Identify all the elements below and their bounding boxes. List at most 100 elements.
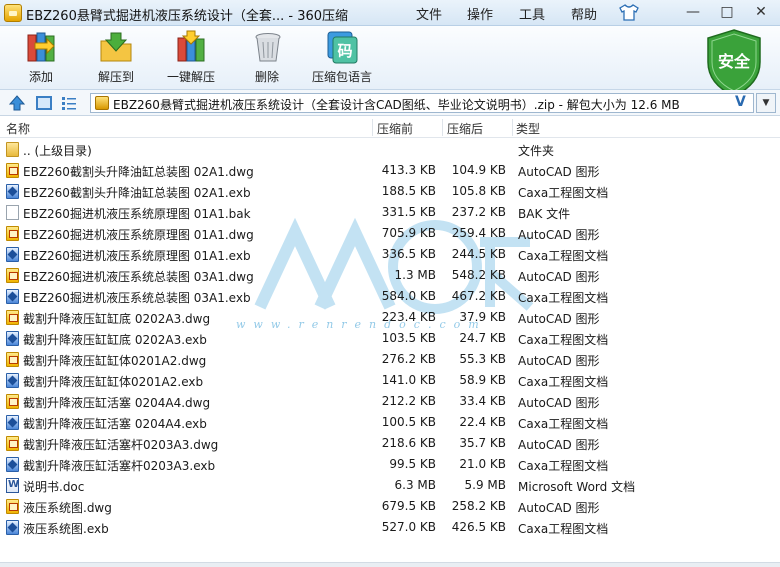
file-name: EBZ260截割头升降油缸总装图 02A1.dwg	[23, 165, 254, 179]
column-packed[interactable]: 压缩前	[377, 120, 413, 137]
file-unpacked-size: 58.9 KB	[459, 373, 506, 387]
file-type: AutoCAD 图形	[518, 228, 600, 242]
file-type: BAK 文件	[518, 207, 571, 221]
file-packed-size: 705.9 KB	[381, 226, 436, 240]
file-packed-size: 1.3 MB	[394, 268, 436, 282]
column-divider[interactable]	[372, 119, 373, 136]
security-label: 安全	[717, 52, 750, 71]
archive-language-button[interactable]: 码 压缩包语言	[310, 29, 374, 85]
one-click-extract-icon	[177, 30, 205, 62]
file-list[interactable]: .. (上级目录) 文件夹 EBZ260截割头升降油缸总装图 02A1.dwg 413…	[0, 139, 780, 539]
file-row[interactable]: 截割升降液压缸缸底 0202A3.exb 103.5 KB 24.7 KB Caxa工…	[0, 328, 780, 349]
file-name: 液压系统图.exb	[23, 522, 109, 536]
column-type[interactable]: 类型	[516, 120, 540, 137]
dwg-file-icon	[6, 226, 19, 241]
column-divider[interactable]	[512, 119, 513, 136]
file-unpacked-size: 244.5 KB	[451, 247, 506, 261]
file-type: Caxa工程图文档	[518, 333, 609, 347]
column-header: 名称 压缩前 压缩后 类型	[0, 117, 780, 138]
address-field[interactable]: EBZ260悬臂式掘进机液压系统设计（全套设计含CAD图纸、毕业论文说明书）.z…	[90, 93, 754, 113]
file-type: AutoCAD 图形	[518, 396, 600, 410]
file-row[interactable]: EBZ260掘进机液压系统原理图 01A1.bak 331.5 KB 237.2 K…	[0, 202, 780, 223]
file-row[interactable]: EBZ260掘进机液压系统总装图 03A1.exb 584.0 KB 467.2 K…	[0, 286, 780, 307]
file-type: Caxa工程图文档	[518, 249, 609, 263]
list-view-icon[interactable]	[61, 95, 77, 111]
file-packed-size: 527.0 KB	[381, 520, 436, 534]
app-archive-icon	[4, 4, 22, 22]
file-row[interactable]: EBZ260掘进机液压系统原理图 01A1.dwg 705.9 KB 259.4 K…	[0, 223, 780, 244]
file-row[interactable]: 截割升降液压缸活塞 0204A4.dwg 212.2 KB 33.4 KB AutoC…	[0, 391, 780, 412]
file-row[interactable]: 说明书.doc 6.3 MB 5.9 MB Microsoft Word 文档	[0, 475, 780, 496]
archive-language-label: 压缩包语言	[311, 70, 372, 84]
column-name[interactable]: 名称	[6, 120, 30, 137]
extract-to-button[interactable]: 解压到	[94, 29, 138, 85]
address-dropdown-button[interactable]: ▼	[756, 93, 776, 113]
thumbnail-view-icon[interactable]	[36, 96, 52, 110]
extract-folder-icon	[100, 32, 132, 62]
file-name: 截割升降液压缸缸体0201A2.exb	[23, 375, 204, 389]
minimize-button[interactable]: —	[682, 3, 704, 21]
file-row[interactable]: 截割升降液压缸缸底 0202A3.dwg 223.4 KB 37.9 KB AutoC…	[0, 307, 780, 328]
menu-help[interactable]: 帮助	[571, 4, 597, 23]
security-badge[interactable]: 安全	[704, 28, 764, 98]
file-type: Microsoft Word 文档	[518, 480, 636, 494]
file-row[interactable]: 截割升降液压缸缸体0201A2.dwg 276.2 KB 55.3 KB AutoCA…	[0, 349, 780, 370]
file-type: Caxa工程图文档	[518, 375, 609, 389]
file-name: 截割升降液压缸缸底 0202A3.dwg	[23, 312, 211, 326]
dwg-file-icon	[6, 499, 19, 514]
file-row[interactable]: EBZ260截割头升降油缸总装图 02A1.dwg 413.3 KB 104.9 K…	[0, 160, 780, 181]
add-button[interactable]: 添加	[20, 29, 62, 85]
file-row[interactable]: 液压系统图.exb 527.0 KB 426.5 KB Caxa工程图文档	[0, 517, 780, 538]
close-button[interactable]: ✕	[750, 3, 772, 21]
file-type: Caxa工程图文档	[518, 522, 609, 536]
file-name: 截割升降液压缸缸体0201A2.dwg	[23, 354, 207, 368]
file-type: AutoCAD 图形	[518, 438, 600, 452]
menu-tools[interactable]: 工具	[519, 4, 545, 23]
file-type: AutoCAD 图形	[518, 354, 600, 368]
one-click-extract-button[interactable]: 一键解压	[166, 29, 216, 85]
file-row[interactable]: 截割升降液压缸活塞杆0203A3.dwg 218.6 KB 35.7 KB AutoC…	[0, 433, 780, 454]
file-name: 截割升降液压缸缸底 0202A3.exb	[23, 333, 207, 347]
file-unpacked-size: 426.5 KB	[451, 520, 506, 534]
delete-label: 删除	[254, 70, 279, 84]
file-row[interactable]: 截割升降液压缸活塞 0204A4.exb 100.5 KB 22.4 KB Caxa工…	[0, 412, 780, 433]
file-name: EBZ260掘进机液压系统原理图 01A1.exb	[23, 249, 251, 263]
bak-file-icon	[6, 205, 19, 220]
chevron-down-icon: ▼	[762, 98, 770, 108]
file-unpacked-size: 104.9 KB	[451, 163, 506, 177]
delete-button[interactable]: 删除	[250, 29, 284, 85]
file-row[interactable]: 截割升降液压缸缸体0201A2.exb 141.0 KB 58.9 KB Caxa工程…	[0, 370, 780, 391]
file-name: EBZ260掘进机液压系统总装图 03A1.dwg	[23, 270, 254, 284]
file-packed-size: 679.5 KB	[381, 499, 436, 513]
file-row[interactable]: EBZ260掘进机液压系统总装图 03A1.dwg 1.3 MB 548.2 KB A…	[0, 265, 780, 286]
file-unpacked-size: 21.0 KB	[459, 457, 506, 471]
file-type: 文件夹	[518, 144, 555, 158]
skin-shirt-icon[interactable]	[619, 4, 639, 21]
toolbar: 添加 解压到 一键解压 删除 码 压缩包语言 安全	[0, 26, 780, 97]
file-name: EBZ260掘进机液压系统原理图 01A1.dwg	[23, 228, 254, 242]
column-unpacked[interactable]: 压缩后	[447, 120, 483, 137]
menu-file[interactable]: 文件	[416, 4, 442, 23]
up-arrow-icon[interactable]	[9, 95, 25, 111]
file-row[interactable]: 液压系统图.dwg 679.5 KB 258.2 KB AutoCAD 图形	[0, 496, 780, 517]
file-name: 截割升降液压缸活塞 0204A4.exb	[23, 417, 207, 431]
address-path: EBZ260悬臂式掘进机液压系统设计（全套设计含CAD图纸、毕业论文说明书）.z…	[113, 98, 680, 112]
file-row[interactable]: 截割升降液压缸活塞杆0203A3.exb 99.5 KB 21.0 KB Caxa工程…	[0, 454, 780, 475]
dwg-file-icon	[6, 163, 19, 178]
file-name: 说明书.doc	[23, 480, 85, 494]
maximize-button[interactable]: □	[716, 3, 738, 21]
file-packed-size: 212.2 KB	[381, 394, 436, 408]
menu-operation[interactable]: 操作	[467, 4, 493, 23]
file-type: Caxa工程图文档	[518, 186, 609, 200]
file-unpacked-size: 258.2 KB	[451, 499, 506, 513]
file-row[interactable]: EBZ260掘进机液压系统原理图 01A1.exb 336.5 KB 244.5 K…	[0, 244, 780, 265]
file-packed-size: 141.0 KB	[381, 373, 436, 387]
file-unpacked-size: 24.7 KB	[459, 331, 506, 345]
column-divider[interactable]	[442, 119, 443, 136]
exb-file-icon	[6, 247, 19, 262]
file-row[interactable]: .. (上级目录) 文件夹	[0, 139, 780, 160]
exb-file-icon	[6, 457, 19, 472]
address-search-key[interactable]: V	[735, 94, 746, 110]
file-unpacked-size: 237.2 KB	[451, 205, 506, 219]
file-row[interactable]: EBZ260截割头升降油缸总装图 02A1.exb 188.5 KB 105.8 K…	[0, 181, 780, 202]
